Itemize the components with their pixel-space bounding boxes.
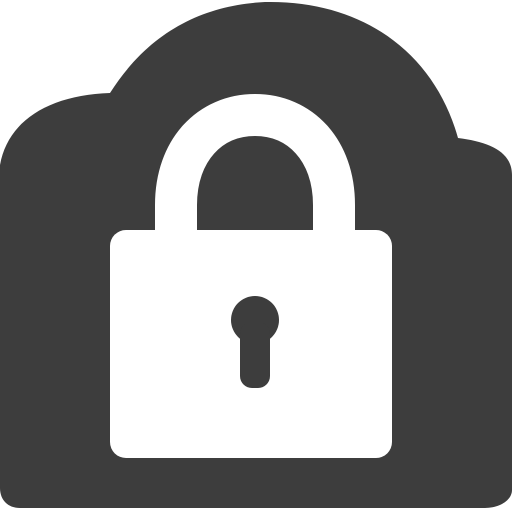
cloud-lock-icon-canvas [0,0,512,512]
cloud-lock-icon [0,1,512,509]
